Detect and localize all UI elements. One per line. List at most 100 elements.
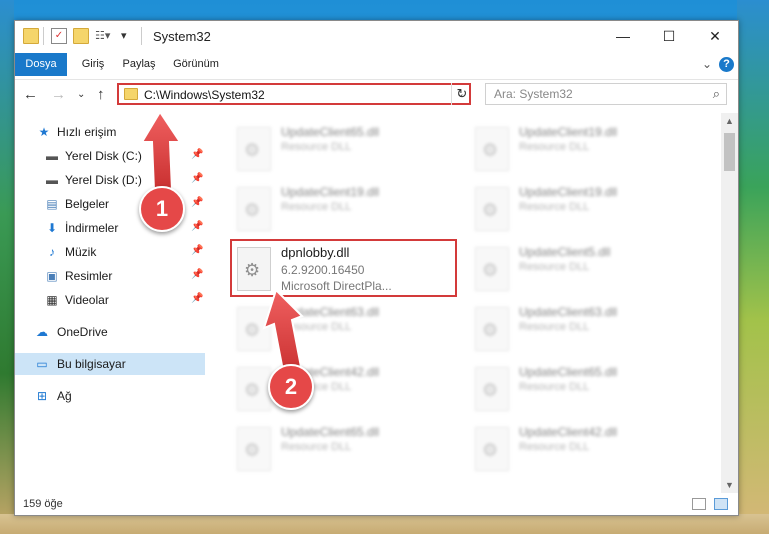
address-bar[interactable]: C:\Windows\System32 ⌄ <box>117 83 471 105</box>
sidebar-item-disk-c[interactable]: ▬ Yerel Disk (C:) 📌 <box>15 145 205 167</box>
explorer-window: ✓ ☷▾ ▾ System32 — ☐ ✕ Dosya Giriş Paylaş… <box>14 20 739 516</box>
computer-icon: ▭ <box>36 357 48 371</box>
sidebar-item-videos[interactable]: ▦ Videolar 📌 <box>15 289 205 311</box>
file-item[interactable]: ⚙ UpdateClient63.dll Resource DLL <box>465 301 685 355</box>
navigation-bar: ← → ⌄ ↑ C:\Windows\System32 ⌄ ↻ Ara: Sys… <box>15 79 738 110</box>
pin-icon[interactable]: 📌 <box>191 197 203 208</box>
step-badge-1: 1 <box>139 186 185 232</box>
pin-icon[interactable]: 📌 <box>191 173 203 184</box>
tab-paylas[interactable]: Paylaş <box>117 53 161 76</box>
sidebar-item-label: Videolar <box>65 293 109 307</box>
minimize-button[interactable]: — <box>600 21 646 51</box>
file-description: Resource DLL <box>281 441 352 453</box>
search-icon: ⌕ <box>712 86 720 101</box>
videos-icon: ▦ <box>46 293 58 307</box>
tab-dosya[interactable]: Dosya <box>15 53 67 76</box>
refresh-icon[interactable]: ↻ <box>451 83 472 105</box>
back-arrow-icon[interactable]: ← <box>23 86 38 103</box>
sidebar-item-label: Yerel Disk (D:) <box>65 173 142 187</box>
dll-file-icon: ⚙ <box>237 127 271 171</box>
customize-toolbar-icon[interactable]: ☷▾ <box>95 28 111 44</box>
maximize-button[interactable]: ☐ <box>646 21 692 51</box>
file-description: Resource DLL <box>519 201 590 213</box>
file-description: Resource DLL <box>281 321 352 333</box>
download-icon: ⬇ <box>46 221 58 235</box>
music-icon: ♪ <box>49 245 55 259</box>
step-badge-2: 2 <box>268 364 314 410</box>
quick-access-dropdown-icon[interactable]: ▾ <box>121 28 137 44</box>
file-name: UpdateClient65.dll <box>519 365 618 379</box>
file-description: Resource DLL <box>519 141 590 153</box>
new-folder-icon[interactable] <box>73 28 89 44</box>
sidebar-item-label: Müzik <box>65 245 97 259</box>
file-name: UpdateClient63.dll <box>519 305 618 319</box>
file-item[interactable]: ⚙ UpdateClient42.dll Resource DLL <box>465 421 685 475</box>
properties-icon[interactable]: ✓ <box>51 28 67 44</box>
sidebar-item-onedrive[interactable]: ☁ OneDrive <box>15 321 205 343</box>
file-name: UpdateClient5.dll <box>519 245 611 259</box>
sidebar-item-quick-access[interactable]: ★ Hızlı erişim <box>15 121 205 143</box>
desktop-background-right <box>737 0 769 534</box>
sidebar-item-this-pc[interactable]: ▭ Bu bilgisayar <box>15 353 205 375</box>
file-name: UpdateClient19.dll <box>519 125 618 139</box>
file-name: UpdateClient65.dll <box>281 125 380 139</box>
file-item[interactable]: ⚙ UpdateClient65.dll Resource DLL <box>227 421 447 475</box>
drive-icon: ▬ <box>46 149 58 163</box>
file-item[interactable]: ⚙ UpdateClient65.dll Resource DLL <box>465 361 685 415</box>
search-placeholder: Ara: System32 <box>494 87 573 101</box>
network-icon: ⊞ <box>36 389 48 403</box>
pin-icon[interactable]: 📌 <box>191 293 203 304</box>
tab-gorunum[interactable]: Görünüm <box>165 53 227 76</box>
vertical-scrollbar[interactable]: ▲ ▼ <box>721 113 738 493</box>
file-item[interactable]: ⚙ UpdateClient65.dll Resource DLL <box>227 121 447 175</box>
dll-file-icon: ⚙ <box>475 307 509 351</box>
help-icon[interactable]: ? <box>719 57 734 72</box>
sidebar-item-pictures[interactable]: ▣ Resimler 📌 <box>15 265 205 287</box>
file-list: ⚙ UpdateClient65.dll Resource DLL ⚙ Upda… <box>207 113 721 493</box>
sidebar-item-music[interactable]: ♪ Müzik 📌 <box>15 241 205 263</box>
dll-file-icon: ⚙ <box>475 127 509 171</box>
pin-icon[interactable]: 📌 <box>191 221 203 232</box>
file-description: Resource DLL <box>281 141 352 153</box>
tab-giris[interactable]: Giriş <box>73 53 113 76</box>
file-item[interactable]: ⚙ UpdateClient42.dll Resource DLL <box>227 361 447 415</box>
scroll-down-icon[interactable]: ▼ <box>721 477 738 493</box>
search-input[interactable]: Ara: System32 ⌕ <box>485 83 727 105</box>
pin-icon[interactable]: 📌 <box>191 269 203 280</box>
file-item[interactable]: ⚙ UpdateClient63.dll Resource DLL <box>227 301 447 355</box>
file-item[interactable]: ⚙ UpdateClient19.dll Resource DLL <box>465 121 685 175</box>
sidebar-item-disk-d[interactable]: ▬ Yerel Disk (D:) 📌 <box>15 169 205 191</box>
sidebar-item-label: Resimler <box>65 269 113 283</box>
expand-ribbon-icon[interactable]: ⌄ <box>702 57 712 71</box>
scroll-thumb[interactable] <box>724 133 735 171</box>
sidebar-item-label: Yerel Disk (C:) <box>65 149 142 163</box>
details-view-icon[interactable] <box>692 498 706 510</box>
dll-file-icon: ⚙ <box>475 247 509 291</box>
file-description: Resource DLL <box>519 381 590 393</box>
scroll-up-icon[interactable]: ▲ <box>721 113 738 129</box>
pin-icon[interactable]: 📌 <box>191 149 203 160</box>
desktop-background-left <box>0 0 14 534</box>
sidebar-item-label: Hızlı erişim <box>57 125 117 139</box>
pin-icon[interactable]: 📌 <box>191 245 203 256</box>
recent-locations-icon[interactable]: ⌄ <box>77 89 85 100</box>
sidebar-item-label: Bu bilgisayar <box>57 357 126 371</box>
navigation-pane: ★ Hızlı erişim ▬ Yerel Disk (C:) 📌 ▬ Yer… <box>15 113 205 493</box>
dll-file-icon: ⚙ <box>237 427 271 471</box>
title-bar: ✓ ☷▾ ▾ System32 — ☐ ✕ <box>15 21 738 51</box>
target-file-highlight <box>230 239 457 297</box>
file-name: UpdateClient19.dll <box>281 185 380 199</box>
large-icons-view-icon[interactable] <box>714 498 728 510</box>
documents-icon: ▤ <box>46 197 58 211</box>
file-item[interactable]: ⚙ UpdateClient19.dll Resource DLL <box>227 181 447 235</box>
file-item[interactable]: ⚙ UpdateClient19.dll Resource DLL <box>465 181 685 235</box>
sidebar-item-network[interactable]: ⊞ Ağ <box>15 385 205 407</box>
file-item[interactable]: ⚙ UpdateClient5.dll Resource DLL <box>465 241 685 295</box>
forward-arrow-icon[interactable]: → <box>51 86 66 103</box>
close-button[interactable]: ✕ <box>692 21 738 51</box>
dll-file-icon: ⚙ <box>237 367 271 411</box>
up-arrow-icon[interactable]: ↑ <box>97 86 105 103</box>
file-description: Resource DLL <box>281 201 352 213</box>
folder-icon <box>124 88 138 100</box>
file-description: Resource DLL <box>519 321 590 333</box>
